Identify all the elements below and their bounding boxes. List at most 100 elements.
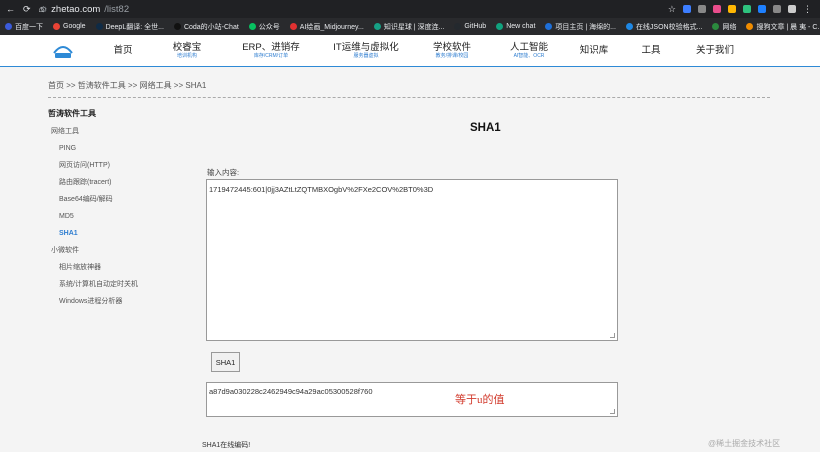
red-annotation: 等于u的值 [455,394,505,406]
extension-icon[interactable] [698,5,706,13]
bookmark-label: 搜狗文章 | 晨 夷 - C... [756,23,820,31]
bookmark-label: 百度一下 [15,23,43,31]
bookmark-label: GitHub [464,23,487,30]
site-info-icon[interactable]: ⚙ [40,5,47,14]
bookmark-favicon-icon [289,23,297,30]
bookmark-item[interactable]: 网络 [707,22,741,32]
bookmark-item[interactable]: 公众号 [244,22,285,32]
sidebar-category-network[interactable]: 网络工具 [48,123,188,140]
bookmark-favicon-icon [53,23,60,30]
extension-icon[interactable] [743,5,751,13]
nav-item-label: 工具 [641,44,661,56]
url-path: /list82 [104,3,130,15]
nav-item-label: 校睿宝 [172,41,202,53]
extension-icon[interactable] [758,5,766,13]
sidebar-category-small[interactable]: 小微软件 [48,242,188,259]
bookmark-item[interactable]: Google [48,23,91,30]
reload-icon[interactable]: ⟳ [23,4,31,15]
back-icon[interactable]: ← [6,4,15,14]
sha1-button[interactable]: SHA1 [211,352,240,372]
sidebar-item[interactable]: MD5 [48,208,188,225]
extension-icon[interactable] [713,5,721,13]
bookmark-item[interactable]: DeepL翻译: 全世... [91,22,169,32]
nav-item[interactable]: 学校软件 教务/排课/校园 [412,42,492,60]
bookmark-favicon-icon [712,23,720,30]
nav-item-sublabel: 服务器虚拟 [353,52,379,59]
page-title: SHA1 [470,122,501,134]
bookmark-item[interactable]: GitHub [449,23,491,30]
bookmark-item[interactable]: 知识星球 | 深度连... [369,22,450,32]
bookmark-label: 项目主页 | 海绵的... [555,23,616,31]
nav-item[interactable]: IT运维与虚拟化 服务器虚拟 [320,42,412,60]
sidebar-item[interactable]: SHA1 [48,225,188,242]
extension-icon[interactable] [683,5,691,13]
bookmark-item[interactable]: New chat [491,23,540,30]
nav-item-label: IT运维与虚拟化 [333,41,399,53]
extension-icon[interactable] [773,5,781,13]
watermark: @稀土掘金技术社区 [708,439,781,448]
bookmark-label: 网络 [722,23,737,31]
nav-item-sublabel: AI智能、OCR [513,52,545,59]
main-nav: 首页 校睿宝 培训机构 ERP、进销存 库存/CRM/订单 IT运维与虚拟化 服务器虚拟 学校… [94,42,750,60]
sidebar-item[interactable]: 相片缩放神器 [48,259,188,276]
nav-item[interactable]: 人工智能 AI智能、OCR [492,42,566,60]
bookmark-label: 在线JSON校验格式... [635,23,703,31]
star-icon[interactable]: ☆ [668,4,676,15]
sidebar-item[interactable]: 路由跟踪(tracert) [48,174,188,191]
resize-handle[interactable] [610,333,615,338]
bookmark-label: 公众号 [258,23,280,31]
sidebar-item[interactable]: 系统/计算机自动定时关机 [48,276,188,293]
bookmark-item[interactable]: AI绘画_Midjourney... [285,22,369,32]
nav-item[interactable]: ERP、进销存 库存/CRM/订单 [222,42,320,60]
bookmark-item[interactable]: 在线JSON校验格式... [621,22,708,32]
nav-item[interactable]: 知识库 [566,42,622,60]
site-header: 首页 校睿宝 培训机构 ERP、进销存 库存/CRM/订单 IT运维与虚拟化 服务器虚拟 学校… [0,35,820,67]
address-bar[interactable]: ⚙ zhetao.com/list82 [40,4,129,15]
nav-item-label: 关于我们 [695,44,734,56]
breadcrumb[interactable]: 首页 >> 哲涛软件工具 >> 网络工具 >> SHA1 [48,80,206,91]
bookmark-label: New chat [506,23,536,30]
bookmark-item[interactable]: 项目主页 | 海绵的... [540,22,621,32]
nav-item[interactable]: 工具 [622,42,680,60]
sidebar-title: 哲涛软件工具 [48,109,96,118]
footnote: SHA1在线编码! [202,442,251,449]
nav-item[interactable]: 首页 [94,42,152,60]
sidebar-item[interactable]: Windows进程分析器 [48,293,188,310]
site-logo[interactable] [52,41,74,61]
extension-icon[interactable] [728,5,736,13]
browser-nav: ← ⟳ ⌂ [0,4,44,15]
breadcrumb-divider [48,97,770,98]
nav-item-label: 知识库 [579,44,609,56]
sidebar-item[interactable]: PING [48,140,188,157]
nav-item[interactable]: 关于我们 [680,42,750,60]
bookmark-label: DeepL翻译: 全世... [105,23,164,31]
bookmark-favicon-icon [454,23,462,30]
bookmark-label: Coda的小站-Chat [183,23,239,31]
output-textarea[interactable]: a87d9a030228c2462949c94a29ac05300528f760 [206,382,618,417]
sidebar-item[interactable]: 网页访问(HTTP) [48,157,188,174]
bookmark-label: Google [63,23,86,30]
input-textarea[interactable]: 1719472445:601|0jj3AZtLtZQTMBXOgbV%2FXe2… [206,179,618,341]
browser-toolbar: ← ⟳ ⌂ ⚙ zhetao.com/list82 ☆ ⋮ [0,0,820,18]
bookmark-favicon-icon [248,23,256,30]
nav-item-sublabel: 教务/排课/校园 [435,52,469,59]
bookmark-favicon-icon [545,23,553,30]
bookmark-item[interactable]: 百度一下 [0,22,48,32]
nav-item-label: 人工智能 [509,41,548,53]
bookmark-favicon-icon [496,23,504,30]
bookmark-item[interactable]: 搜狗文章 | 晨 夷 - C... [741,22,820,32]
nav-item[interactable]: 校睿宝 培训机构 [152,42,222,60]
bookmark-label: 知识星球 | 深度连... [383,23,445,31]
nav-item-sublabel: 库存/CRM/订单 [253,52,289,59]
bookmark-favicon-icon [173,23,181,30]
resize-handle[interactable] [610,409,615,414]
nav-item-sublabel: 培训机构 [176,52,197,59]
bookmark-label: AI绘画_Midjourney... [299,23,364,31]
nav-item-label: ERP、进销存 [242,41,300,53]
logo-icon [53,45,73,58]
menu-icon[interactable]: ⋮ [803,4,812,15]
sidebar-item[interactable]: Base64编码/解码 [48,191,188,208]
extension-icon[interactable] [788,5,796,13]
bookmark-item[interactable]: Coda的小站-Chat [169,22,244,32]
bookmark-favicon-icon [746,23,754,30]
